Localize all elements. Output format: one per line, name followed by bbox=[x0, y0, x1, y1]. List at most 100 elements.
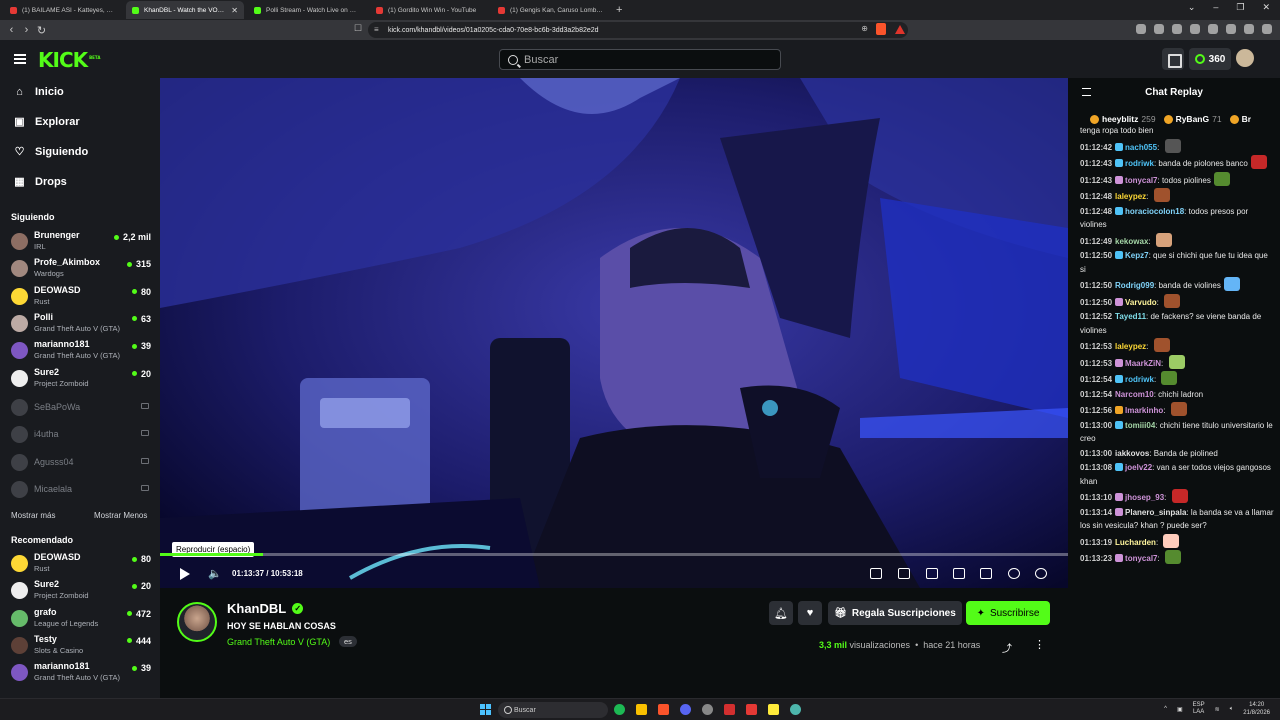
more-options-icon[interactable]: ⋮ bbox=[1034, 638, 1045, 651]
search-input[interactable]: Buscar bbox=[499, 49, 781, 70]
nav-siguiendo[interactable]: ♡ Siguiendo bbox=[14, 146, 89, 158]
zoom-icon[interactable]: ⊕ bbox=[861, 24, 868, 33]
chat-username[interactable]: joelv22 bbox=[1125, 463, 1152, 472]
hamburger-menu-icon[interactable] bbox=[14, 54, 26, 64]
settings-icon[interactable] bbox=[1035, 568, 1047, 579]
url-field[interactable]: ≡ kick.com/khandbl/videos/01a0205c-cda0-… bbox=[368, 22, 908, 38]
browser-tab[interactable]: (1) Gengis Kan, Caruso Lombardi y P... bbox=[492, 1, 610, 19]
chat-collapse-icon[interactable] bbox=[1082, 88, 1091, 96]
site-info-icon[interactable]: ≡ bbox=[374, 25, 379, 34]
sidebar-channel[interactable]: Brunenger IRL 2,2 mil bbox=[11, 230, 151, 254]
browser-tab[interactable]: (1) BAILAME ASI - Katteyes, Jere Kl... bbox=[4, 1, 122, 19]
chat-username[interactable]: jhosep_93 bbox=[1125, 493, 1164, 502]
discord-icon[interactable] bbox=[680, 704, 691, 715]
library-button[interactable] bbox=[1162, 48, 1184, 70]
follow-button[interactable]: ♥ bbox=[798, 601, 822, 625]
extension-icon[interactable] bbox=[1208, 24, 1218, 34]
extension-icon[interactable] bbox=[1244, 24, 1254, 34]
sidebar-channel[interactable]: Testy Slots & Casino 444 bbox=[11, 634, 151, 658]
chat-username[interactable]: Kepz7 bbox=[1125, 251, 1149, 260]
gift-subs-button[interactable]: 🎁︎ Regala Suscripciones bbox=[828, 601, 962, 625]
theater-mode-icon[interactable] bbox=[953, 568, 965, 579]
brave-icon[interactable] bbox=[658, 704, 669, 715]
chat-username[interactable]: Lucharden bbox=[1115, 538, 1156, 547]
brave-rewards-icon[interactable] bbox=[895, 25, 905, 34]
chat-username[interactable]: horaciocolon18 bbox=[1125, 207, 1184, 216]
sidebar-channel[interactable]: DEOWASD Rust 80 bbox=[11, 285, 151, 309]
clip-icon[interactable] bbox=[898, 568, 910, 579]
reload-icon[interactable]: ↻ bbox=[34, 24, 49, 37]
kick-logo[interactable]: KICK BETA bbox=[38, 48, 100, 72]
offline-channel[interactable]: i4utha bbox=[11, 423, 151, 447]
chat-username[interactable]: rodriwk bbox=[1125, 375, 1154, 384]
app-icon[interactable] bbox=[746, 704, 757, 715]
extension-icon[interactable] bbox=[1226, 24, 1236, 34]
chat-username[interactable]: Rodrig099 bbox=[1115, 281, 1154, 290]
chat-username[interactable]: tonycal7 bbox=[1125, 554, 1157, 563]
offline-channel[interactable]: SeBaPoWa bbox=[11, 396, 151, 420]
chat-username[interactable]: kekowax bbox=[1115, 237, 1148, 246]
forward-icon[interactable]: › bbox=[19, 24, 34, 36]
notification-bell-button[interactable]: 🔔︎ bbox=[769, 601, 793, 625]
browser-tab[interactable]: Polli Stream - Watch Live on Kick bbox=[248, 1, 366, 19]
play-button[interactable] bbox=[180, 568, 190, 580]
restore-icon[interactable]: ❐ bbox=[1236, 2, 1244, 13]
chat-username[interactable]: rodriwk bbox=[1125, 159, 1154, 168]
sidebar-channel[interactable]: Profe_Akimbox Wardogs 315 bbox=[11, 257, 151, 281]
extension-icon[interactable] bbox=[1154, 24, 1164, 34]
extension-icon[interactable] bbox=[1190, 24, 1200, 34]
chat-username[interactable]: laleypez bbox=[1115, 342, 1146, 351]
extension-icon[interactable] bbox=[1136, 24, 1146, 34]
bookmark-icon[interactable]: ☐ bbox=[354, 23, 362, 34]
chat-username[interactable]: laleypez bbox=[1115, 192, 1146, 201]
subscribe-button[interactable]: ✦ Suscribirse bbox=[966, 601, 1050, 625]
chat-username[interactable]: MaarkZiN bbox=[1125, 359, 1161, 368]
seek-bar[interactable] bbox=[160, 553, 1068, 556]
back-icon[interactable]: ‹ bbox=[4, 24, 19, 36]
sidebar-channel[interactable]: Sure2 Project Zomboid 20 bbox=[11, 579, 151, 603]
sidebar-channel[interactable]: DEOWASD Rust 80 bbox=[11, 552, 151, 576]
chat-username[interactable]: lmarkinho bbox=[1125, 406, 1163, 415]
share-icon[interactable]: ⤴ bbox=[1002, 640, 1012, 655]
tray-chevron-icon[interactable]: ^ bbox=[1164, 706, 1167, 712]
show-more-button[interactable]: Mostrar más bbox=[11, 511, 55, 520]
nav-explorar[interactable]: ▣ Explorar bbox=[14, 116, 79, 128]
close-tab-icon[interactable]: ✕ bbox=[231, 6, 238, 15]
captions-off-icon[interactable] bbox=[926, 568, 938, 579]
fullscreen-icon[interactable] bbox=[980, 568, 992, 579]
user-avatar[interactable] bbox=[1236, 49, 1254, 67]
clock[interactable]: 14:20 21/8/2026 bbox=[1243, 701, 1270, 717]
offline-channel[interactable]: Micaelala bbox=[11, 478, 151, 502]
app-icon[interactable] bbox=[724, 704, 735, 715]
points-button[interactable]: 360 bbox=[1189, 48, 1231, 70]
playback-speed-icon[interactable] bbox=[1008, 568, 1020, 579]
chat-username[interactable]: nach055 bbox=[1125, 143, 1157, 152]
sidebar-channel[interactable]: Polli Grand Theft Auto V (GTA) 63 bbox=[11, 312, 151, 336]
close-window-icon[interactable]: ✕ bbox=[1262, 2, 1270, 13]
tab-search-icon[interactable]: ⌄ bbox=[1188, 2, 1196, 13]
app-icon[interactable] bbox=[790, 704, 801, 715]
channel-avatar[interactable] bbox=[177, 602, 217, 642]
nav-drops[interactable]: ▦ Drops bbox=[14, 176, 66, 188]
brave-shields-icon[interactable] bbox=[876, 23, 886, 35]
chat-username[interactable]: Narcom10 bbox=[1115, 390, 1154, 399]
wifi-icon[interactable]: ≋ bbox=[1215, 706, 1220, 713]
browser-tab[interactable]: KhanDBL - Watch the VOD on K... ✕ bbox=[126, 1, 244, 19]
volume-icon[interactable]: 🔈 bbox=[208, 568, 222, 580]
sidebar-channel[interactable]: grafo League of Legends 472 bbox=[11, 607, 151, 631]
taskbar-search[interactable]: Buscar bbox=[498, 702, 608, 718]
start-icon[interactable] bbox=[480, 704, 491, 715]
browser-tab[interactable]: (1) Gordito Win Win - YouTube bbox=[370, 1, 488, 19]
spotify-icon[interactable] bbox=[614, 704, 625, 715]
language-indicator[interactable]: ESP LAA bbox=[1193, 702, 1205, 716]
show-less-button[interactable]: Mostrar Menos bbox=[94, 511, 147, 520]
channel-name[interactable]: KhanDBL ✓ bbox=[227, 601, 304, 616]
nav-inicio[interactable]: ⌂ Inicio bbox=[14, 86, 64, 98]
offline-channel[interactable]: Agusss04 bbox=[11, 451, 151, 475]
steam-icon[interactable] bbox=[702, 704, 713, 715]
chat-username[interactable]: Tayed11 bbox=[1115, 312, 1146, 321]
file-explorer-icon[interactable] bbox=[636, 704, 647, 715]
sidebar-channel[interactable]: Sure2 Project Zomboid 20 bbox=[11, 367, 151, 391]
app-icon[interactable] bbox=[768, 704, 779, 715]
volume-tray-icon[interactable]: 🔈︎ bbox=[1230, 706, 1234, 713]
